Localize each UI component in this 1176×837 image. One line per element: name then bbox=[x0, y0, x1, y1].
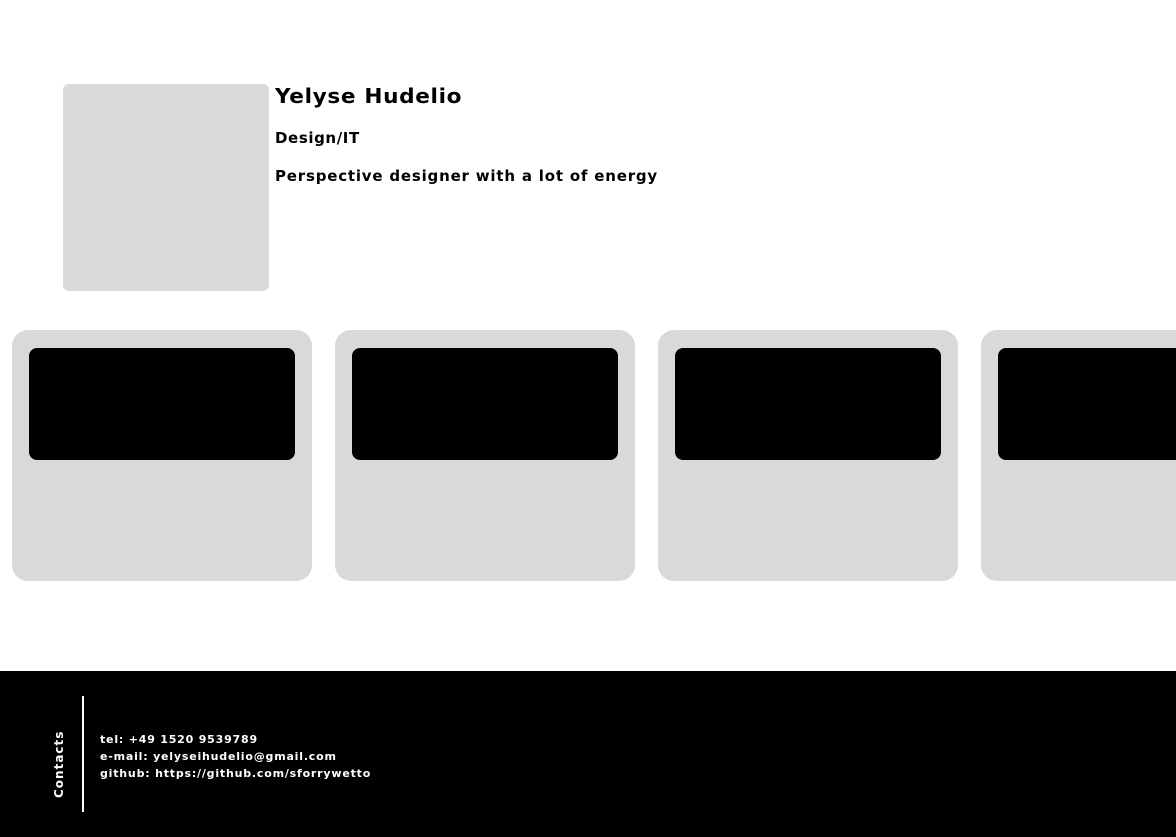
profile-role: Design/IT bbox=[275, 129, 360, 147]
portfolio-page: Yelyse Hudelio Design/IT Perspective des… bbox=[0, 0, 1176, 837]
contact-email[interactable]: e-mail: yelyseihudelio@gmail.com bbox=[100, 748, 371, 765]
project-card-2[interactable] bbox=[335, 330, 635, 581]
profile-tagline: Perspective designer with a lot of energ… bbox=[275, 167, 659, 185]
project-card-image bbox=[352, 348, 618, 460]
project-card-4[interactable] bbox=[981, 330, 1176, 581]
project-cards bbox=[0, 330, 1176, 581]
contact-github[interactable]: github: https://github.com/sforrywetto bbox=[100, 765, 371, 782]
project-card-image bbox=[29, 348, 295, 460]
profile-name: Yelyse Hudelio bbox=[275, 84, 463, 108]
contacts-heading: Contacts bbox=[52, 730, 66, 798]
avatar bbox=[63, 84, 269, 291]
contact-phone[interactable]: tel: +49 1520 9539789 bbox=[100, 731, 371, 748]
project-card-image bbox=[998, 348, 1176, 460]
project-card-3[interactable] bbox=[658, 330, 958, 581]
contact-list: tel: +49 1520 9539789 e-mail: yelyseihud… bbox=[100, 731, 371, 782]
project-card-1[interactable] bbox=[12, 330, 312, 581]
project-card-image bbox=[675, 348, 941, 460]
contacts-footer: tel: +49 1520 9539789 e-mail: yelyseihud… bbox=[0, 671, 1176, 837]
contacts-divider bbox=[82, 696, 84, 812]
